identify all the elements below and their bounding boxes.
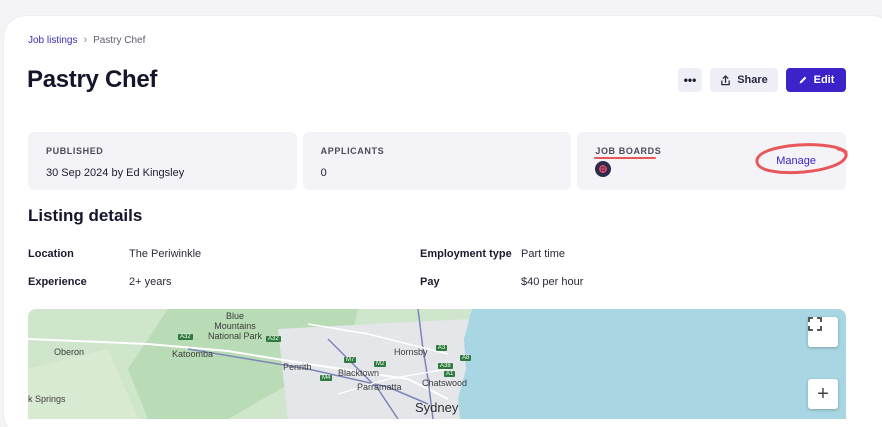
annotation-underline bbox=[594, 157, 657, 159]
map-label-penrith: Penrith bbox=[283, 362, 312, 372]
detail-pay-value: $40 per hour bbox=[521, 276, 584, 288]
job-board-logo-icon[interactable] bbox=[595, 161, 612, 177]
header-actions: ••• Share Edit bbox=[678, 68, 846, 92]
detail-location: Location The Periwinkle bbox=[28, 248, 201, 260]
road-sign-a32-2: A32 bbox=[266, 336, 281, 342]
road-sign-a3: A3 bbox=[436, 345, 448, 351]
map-label-blacktown: Blacktown bbox=[338, 368, 380, 378]
stat-published-value: 30 Sep 2024 by Ed Kingsley bbox=[46, 167, 185, 179]
breadcrumb-job-listings-link[interactable]: Job listings bbox=[28, 35, 77, 46]
road-sign-m4: M4 bbox=[320, 375, 333, 381]
edit-button-label: Edit bbox=[813, 74, 835, 86]
stat-applicants-label: APPLICANTS bbox=[320, 146, 385, 156]
detail-experience-label: Experience bbox=[28, 276, 87, 288]
breadcrumb-current: Pastry Chef bbox=[93, 34, 146, 46]
detail-location-label: Location bbox=[28, 248, 74, 260]
breadcrumb-separator: › bbox=[83, 34, 88, 46]
road-sign-m7: M7 bbox=[344, 357, 357, 363]
detail-pay-label: Pay bbox=[420, 276, 440, 288]
map-label-oberon: Oberon bbox=[54, 347, 85, 357]
stats-row: PUBLISHED 30 Sep 2024 by Ed Kingsley APP… bbox=[28, 132, 848, 190]
more-options-button[interactable]: ••• bbox=[678, 68, 702, 92]
detail-experience: Experience 2+ years bbox=[28, 276, 172, 288]
job-listing-card: Job listings › Pastry Chef Pastry Chef •… bbox=[4, 16, 882, 427]
road-sign-a1: A1 bbox=[444, 371, 456, 377]
map-label-springs: k Springs bbox=[28, 394, 66, 404]
road-sign-m2: M2 bbox=[374, 361, 387, 367]
detail-pay: Pay $40 per hour bbox=[420, 276, 583, 288]
job-board-logo-glyph bbox=[599, 165, 608, 173]
fullscreen-icon bbox=[808, 317, 822, 331]
breadcrumb: Job listings › Pastry Chef bbox=[28, 34, 145, 46]
map-label-sydney: Sydney bbox=[415, 400, 459, 415]
road-sign-a8: A8 bbox=[460, 355, 472, 361]
detail-employment-type: Employment type Part time bbox=[420, 248, 565, 260]
stat-applicants: APPLICANTS 0 bbox=[302, 132, 572, 190]
map-fullscreen-button[interactable] bbox=[808, 317, 838, 347]
map-label-blue-mountains: Blue Mountains National Park bbox=[208, 311, 263, 341]
stat-published-label: PUBLISHED bbox=[46, 146, 104, 156]
listing-details-title: Listing details bbox=[28, 206, 143, 225]
map-label-katoomba: Katoomba bbox=[172, 349, 214, 359]
share-button[interactable]: Share bbox=[710, 68, 778, 92]
stat-published: PUBLISHED 30 Sep 2024 by Ed Kingsley bbox=[28, 132, 297, 190]
road-sign-a38: A38 bbox=[438, 363, 453, 369]
page-title: Pastry Chef bbox=[27, 66, 158, 93]
road-sign-a32: A32 bbox=[178, 334, 193, 340]
map-label-parramatta: Parramatta bbox=[357, 382, 402, 392]
share-icon bbox=[721, 74, 731, 85]
detail-employment-type-value: Part time bbox=[521, 248, 566, 260]
map-zoom-in-button[interactable]: + bbox=[808, 379, 838, 409]
detail-experience-value: 2+ years bbox=[129, 276, 172, 288]
map-label-hornsby: Hornsby bbox=[394, 347, 428, 357]
stat-applicants-value: 0 bbox=[320, 167, 327, 179]
edit-button[interactable]: Edit bbox=[786, 68, 846, 92]
detail-employment-type-label: Employment type bbox=[420, 248, 512, 260]
pencil-icon bbox=[799, 76, 806, 84]
map-label-chatswood: Chatswood bbox=[422, 378, 468, 388]
manage-job-boards-link[interactable]: Manage bbox=[776, 155, 816, 167]
share-button-label: Share bbox=[737, 74, 768, 86]
detail-location-value: The Periwinkle bbox=[129, 248, 202, 260]
stat-job-boards: JOB BOARDS Manage bbox=[577, 132, 848, 190]
location-map[interactable]: Blue Mountains National Park Oberon Kato… bbox=[28, 309, 846, 419]
